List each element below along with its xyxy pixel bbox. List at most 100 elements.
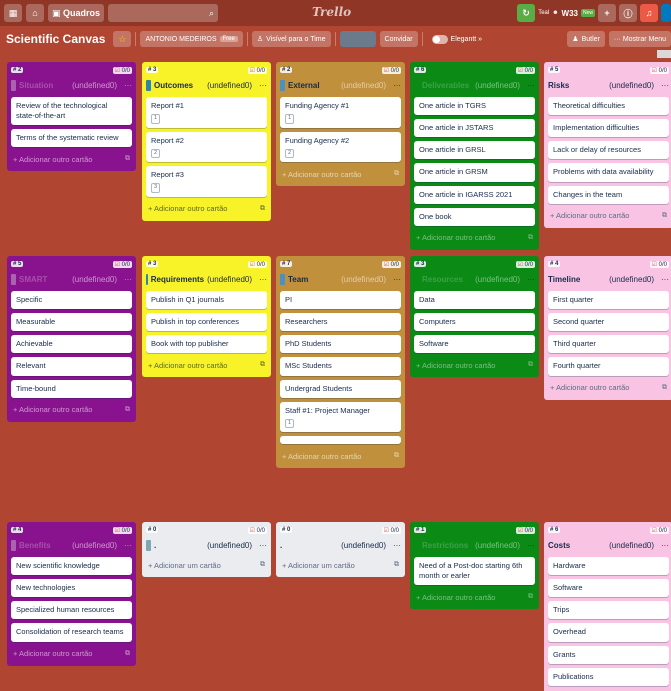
card-template-icon[interactable]: ⧉ xyxy=(662,384,667,392)
card[interactable]: Implementation difficulties xyxy=(548,119,669,138)
list-menu-icon[interactable]: ··· xyxy=(124,275,132,284)
card[interactable]: One article in GRSL xyxy=(414,141,535,160)
card[interactable]: One book xyxy=(414,207,535,226)
card[interactable]: Terms of the systematic review xyxy=(11,129,132,148)
list-gray-2[interactable]: # 0 ☑ 0/0. (undefined0) ··· + Adicionar um c… xyxy=(276,522,405,577)
add-card-button[interactable]: + Adicionar outro cartão⧉ xyxy=(548,208,669,224)
notification-bell-icon[interactable]: ♫ xyxy=(640,4,658,22)
list-menu-icon[interactable]: ··· xyxy=(527,275,535,284)
boards-button[interactable]: ▣ Quadros xyxy=(48,4,105,22)
list-green-2[interactable]: # 3 ☑ 0/0 Resources (undefined0) ··· Data Comp… xyxy=(410,256,539,378)
list-title[interactable]: . xyxy=(154,541,156,550)
user-avatar[interactable] xyxy=(661,4,671,22)
list-header[interactable]: Requirements (undefined0) ··· xyxy=(146,271,267,287)
list-gold-1[interactable]: # 2 ☑ 0/0 External (undefined0) ··· Funding A… xyxy=(276,62,405,187)
card[interactable]: New technologies xyxy=(11,579,132,598)
list-header[interactable]: . (undefined0) ··· xyxy=(280,537,401,553)
list-header[interactable]: Benefits (undefined0) ··· xyxy=(11,537,132,553)
workspace-button[interactable]: ANTONIO MEDEIROS Free xyxy=(140,31,243,47)
card[interactable]: PI xyxy=(280,291,401,310)
list-pink-3[interactable]: # 6 ☑ 0/0 Costs (undefined0) ··· Hardware Soft… xyxy=(544,522,671,691)
card[interactable]: One article in IGARSS 2021 xyxy=(414,185,535,204)
search-input[interactable]: ⌕ xyxy=(108,4,219,22)
card[interactable]: Report #1 1 xyxy=(146,97,267,128)
invite-button[interactable]: Convidar xyxy=(379,31,418,47)
member-avatars[interactable] xyxy=(339,31,376,47)
trello-logo[interactable]: Trello xyxy=(312,5,351,19)
list-header[interactable]: . (undefined0) ··· xyxy=(146,537,267,553)
card[interactable]: Lack or delay of resources xyxy=(548,141,669,160)
card[interactable]: Trips xyxy=(548,601,669,620)
card[interactable] xyxy=(280,436,401,445)
card[interactable]: Review of the technological state-of-the… xyxy=(11,97,132,126)
list-gray-1[interactable]: # 0 ☑ 0/0. (undefined0) ··· + Adicionar um c… xyxy=(142,522,271,577)
card[interactable]: Researchers xyxy=(280,313,401,332)
card[interactable]: Hardware xyxy=(548,557,669,576)
list-header[interactable]: Restrictions (undefined0) ··· xyxy=(414,537,535,553)
list-header[interactable]: Team (undefined0) ··· xyxy=(280,271,401,287)
card[interactable]: Problems with data availability xyxy=(548,163,669,182)
list-title[interactable]: SMART xyxy=(19,275,47,284)
power-up-icon[interactable]: ↻ xyxy=(517,4,536,22)
add-card-button[interactable]: + Adicionar outro cartão⧉ xyxy=(548,380,669,396)
list-gold-2[interactable]: # 7 ☑ 0/0 Team (undefined0) ··· PI Researchers… xyxy=(276,256,405,469)
card[interactable]: Second quarter xyxy=(548,313,669,332)
card[interactable]: One article in JSTARS xyxy=(414,119,535,138)
add-card-button[interactable]: + Adicionar outro cartão⧉ xyxy=(280,448,401,464)
card[interactable]: Specialized human resources xyxy=(11,601,132,620)
list-menu-icon[interactable]: ··· xyxy=(393,275,401,284)
list-header[interactable]: Situation (undefined0) ··· xyxy=(11,77,132,93)
card[interactable]: Achievable xyxy=(11,335,132,354)
list-title[interactable]: Timeline xyxy=(548,275,580,284)
list-purple-2[interactable]: # 5 ☑ 0/0 SMART (undefined0) ··· Specific Meas… xyxy=(7,256,136,422)
list-yellow-2[interactable]: # 3 ☑ 0/0 Requirements (undefined0) ··· Publi… xyxy=(142,256,271,378)
list-menu-icon[interactable]: ··· xyxy=(259,275,267,284)
add-card-button[interactable]: + Adicionar um cartão ⧉ xyxy=(280,557,401,573)
card[interactable]: Funding Agency #2 2 xyxy=(280,131,401,163)
add-card-button[interactable]: + Adicionar um cartão ⧉ xyxy=(146,557,267,573)
star-button[interactable]: ☆ xyxy=(113,31,132,47)
add-card-button[interactable]: + Adicionar outro cartão⧉ xyxy=(146,201,267,217)
card[interactable]: Relevant xyxy=(11,357,132,376)
list-green-3[interactable]: # 1 ☑ 0/0 Restrictions (undefined0) ··· Need … xyxy=(410,522,539,610)
list-header[interactable]: Resources (undefined0) ··· xyxy=(414,271,535,287)
list-title[interactable]: Risks xyxy=(548,81,569,90)
card[interactable]: Funding Agency #1 1 xyxy=(280,97,401,128)
card[interactable]: New scientific knowledge xyxy=(11,557,132,576)
card[interactable]: Publish in top conferences xyxy=(146,313,267,332)
list-menu-icon[interactable]: ··· xyxy=(393,81,401,90)
card[interactable]: MSc Students xyxy=(280,357,401,376)
card[interactable]: Report #2 2 xyxy=(146,131,267,163)
add-card-button[interactable]: + Adicionar outro cartão⧉ xyxy=(11,402,132,418)
list-title[interactable]: External xyxy=(288,81,320,90)
scroll-handle[interactable] xyxy=(657,50,671,58)
card-template-icon[interactable]: ⧉ xyxy=(260,561,265,569)
list-menu-icon[interactable]: ··· xyxy=(527,541,535,550)
list-pink-2[interactable]: # 4 ☑ 0/0 Timeline (undefined0) ··· First qua… xyxy=(544,256,671,400)
card-template-icon[interactable]: ⧉ xyxy=(125,155,130,163)
list-menu-icon[interactable]: ··· xyxy=(259,541,267,550)
card[interactable]: Publish in Q1 journals xyxy=(146,291,267,310)
card-template-icon[interactable]: ⧉ xyxy=(528,361,533,369)
list-header[interactable]: SMART (undefined0) ··· xyxy=(11,271,132,287)
card[interactable]: Time-bound xyxy=(11,379,132,398)
list-title[interactable]: Deliverables xyxy=(422,81,469,90)
board-title[interactable]: Scientific Canvas xyxy=(6,32,105,46)
add-card-button[interactable]: + Adicionar outro cartão⧉ xyxy=(414,589,535,605)
list-header[interactable]: Outcomes (undefined0) ··· xyxy=(146,77,267,93)
list-menu-icon[interactable]: ··· xyxy=(393,541,401,550)
list-menu-icon[interactable]: ··· xyxy=(124,541,132,550)
list-yellow-1[interactable]: # 3 ☑ 0/0 Outcomes (undefined0) ··· Report #1… xyxy=(142,62,271,221)
card-template-icon[interactable]: ⧉ xyxy=(528,234,533,242)
add-card-button[interactable]: + Adicionar outro cartão⧉ xyxy=(11,151,132,167)
card-template-icon[interactable]: ⧉ xyxy=(260,361,265,369)
list-menu-icon[interactable]: ··· xyxy=(661,541,669,550)
card[interactable]: PhD Students xyxy=(280,335,401,354)
list-menu-icon[interactable]: ··· xyxy=(661,275,669,284)
card[interactable]: Software xyxy=(414,335,535,354)
card[interactable]: Specific xyxy=(11,291,132,310)
card-template-icon[interactable]: ⧉ xyxy=(662,212,667,220)
card[interactable]: Publications xyxy=(548,667,669,686)
card[interactable]: Undergrad Students xyxy=(280,379,401,398)
list-purple-1[interactable]: # 2 ☑ 0/0 Situation (undefined0) ··· Review o… xyxy=(7,62,136,172)
